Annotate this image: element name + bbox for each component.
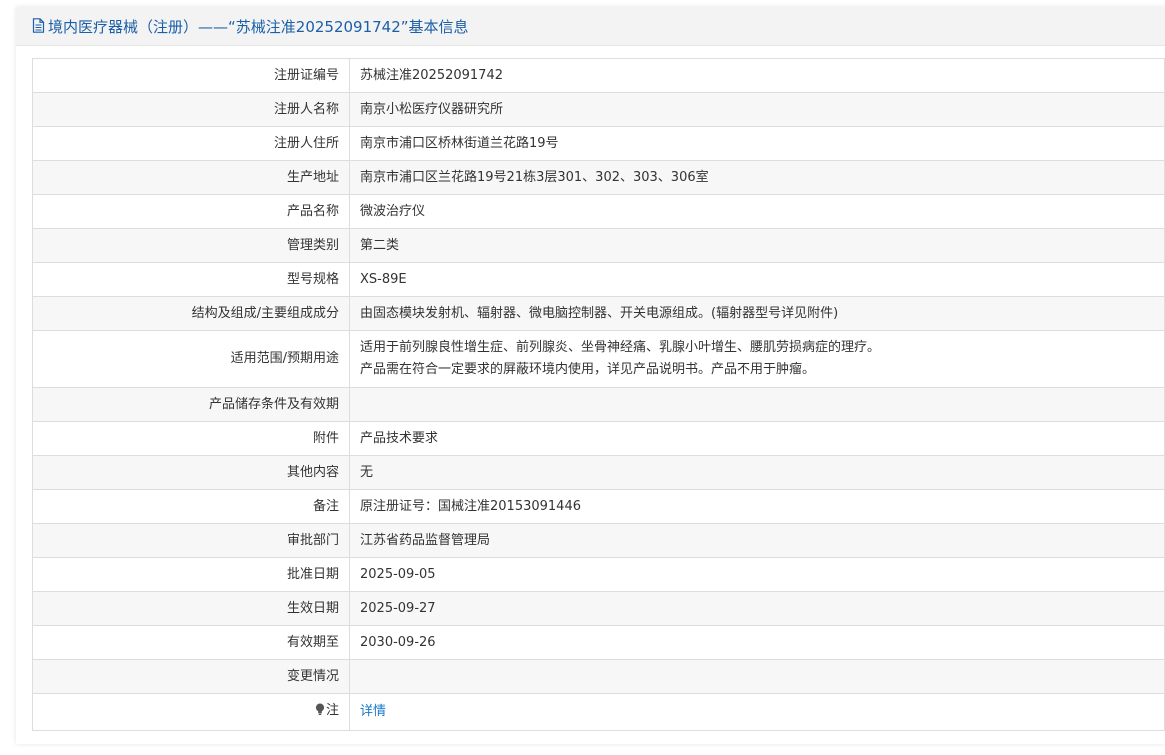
row-label: 生产地址 [32, 160, 350, 195]
row-label: 产品储存条件及有效期 [32, 387, 350, 422]
panel-header: 境内医疗器械（注册）——“苏械注准20252091742”基本信息 [16, 7, 1165, 46]
row-value: 2025-09-27 [349, 591, 1165, 626]
row-value: 原注册证号：国械注准20153091446 [349, 489, 1165, 524]
row-label: 产品名称 [32, 194, 350, 229]
row-value: 南京市浦口区兰花路19号21栋3层301、302、303、306室 [349, 160, 1165, 195]
details-link[interactable]: 详情 [360, 704, 386, 719]
row-label: 批准日期 [32, 557, 350, 592]
row-label: 审批部门 [32, 523, 350, 558]
table-row: 生效日期 2025-09-27 [32, 591, 1165, 626]
row-label: 注册证编号 [32, 58, 350, 93]
table-row: 注册人名称 南京小松医疗仪器研究所 [32, 92, 1165, 127]
value-line: 产品需在符合一定要求的屏蔽环境内使用，详见产品说明书。产品不用于肿瘤。 [360, 362, 816, 377]
row-value: 南京小松医疗仪器研究所 [349, 92, 1165, 127]
row-value: 2030-09-26 [349, 625, 1165, 660]
table-row: 审批部门 江苏省药品监督管理局 [32, 523, 1165, 558]
row-label: 附件 [32, 421, 350, 456]
note-label: 注 [325, 703, 339, 718]
row-value [349, 659, 1165, 694]
page-title: 境内医疗器械（注册）——“苏械注准20252091742”基本信息 [48, 17, 469, 36]
table-row: 有效期至 2030-09-26 [32, 625, 1165, 660]
row-value: 2025-09-05 [349, 557, 1165, 592]
row-label: 结构及组成/主要组成成分 [32, 296, 350, 331]
row-label: 有效期至 [32, 625, 350, 660]
row-label: 变更情况 [32, 659, 350, 694]
row-label: 适用范围/预期用途 [32, 330, 350, 388]
row-value: 由固态模块发射机、辐射器、微电脑控制器、开关电源组成。(辐射器型号详见附件) [349, 296, 1165, 331]
lightbulb-icon [315, 702, 325, 724]
table-row: 备注 原注册证号：国械注准20153091446 [32, 489, 1165, 524]
row-label: 注册人住所 [32, 126, 350, 161]
row-value: 适用于前列腺良性增生症、前列腺炎、坐骨神经痛、乳腺小叶增生、腰肌劳损病症的理疗。… [349, 330, 1165, 388]
table-row: 产品名称 微波治疗仪 [32, 194, 1165, 229]
table-row: 型号规格 XS-89E [32, 262, 1165, 297]
row-value: XS-89E [349, 262, 1165, 297]
row-label: 其他内容 [32, 455, 350, 490]
table-row: 管理类别 第二类 [32, 228, 1165, 263]
table-row: 附件 产品技术要求 [32, 421, 1165, 456]
row-value: 南京市浦口区桥林街道兰花路19号 [349, 126, 1165, 161]
table-row: 变更情况 [32, 659, 1165, 694]
row-label: 管理类别 [32, 228, 350, 263]
table-row: 产品储存条件及有效期 [32, 387, 1165, 422]
row-value: 微波治疗仪 [349, 194, 1165, 229]
table-row: 结构及组成/主要组成成分 由固态模块发射机、辐射器、微电脑控制器、开关电源组成。… [32, 296, 1165, 331]
table-row: 生产地址 南京市浦口区兰花路19号21栋3层301、302、303、306室 [32, 160, 1165, 195]
row-value: 苏械注准20252091742 [349, 58, 1165, 93]
row-label: 型号规格 [32, 262, 350, 297]
row-value: 无 [349, 455, 1165, 490]
table-row: 批准日期 2025-09-05 [32, 557, 1165, 592]
info-panel: 境内医疗器械（注册）——“苏械注准20252091742”基本信息 注册证编号 … [16, 7, 1165, 744]
row-label: 注册人名称 [32, 92, 350, 127]
row-label: 注 [32, 693, 350, 731]
row-value: 详情 [349, 693, 1165, 731]
table-row: 注册证编号 苏械注准20252091742 [32, 58, 1165, 93]
row-value: 第二类 [349, 228, 1165, 263]
row-value: 产品技术要求 [349, 421, 1165, 456]
value-line: 适用于前列腺良性增生症、前列腺炎、坐骨神经痛、乳腺小叶增生、腰肌劳损病症的理疗。 [360, 340, 881, 355]
table-row: 注 详情 [32, 693, 1165, 731]
row-label: 生效日期 [32, 591, 350, 626]
row-value [349, 387, 1165, 422]
table-row: 其他内容 无 [32, 455, 1165, 490]
row-label: 备注 [32, 489, 350, 524]
table-row: 注册人住所 南京市浦口区桥林街道兰花路19号 [32, 126, 1165, 161]
table-row: 适用范围/预期用途 适用于前列腺良性增生症、前列腺炎、坐骨神经痛、乳腺小叶增生、… [32, 330, 1165, 388]
info-table: 注册证编号 苏械注准20252091742 注册人名称 南京小松医疗仪器研究所 … [32, 58, 1165, 731]
row-value: 江苏省药品监督管理局 [349, 523, 1165, 558]
document-icon [32, 18, 46, 34]
